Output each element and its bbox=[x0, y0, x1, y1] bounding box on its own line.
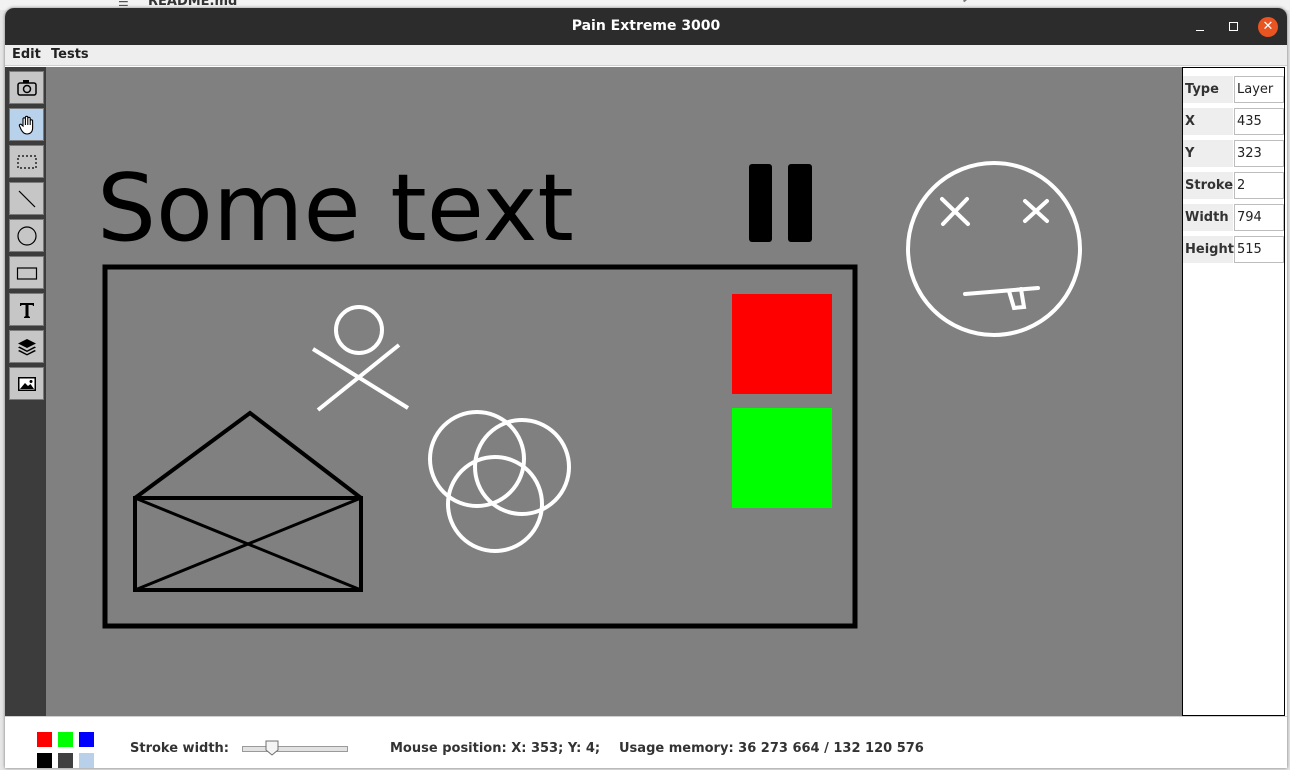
image-icon bbox=[17, 376, 36, 391]
pause-bar-right[interactable] bbox=[788, 164, 812, 242]
close-button[interactable]: ✕ bbox=[1258, 17, 1278, 37]
rectangle-icon bbox=[16, 266, 37, 280]
menu-bar: Edit Tests bbox=[5, 45, 1287, 66]
ellipse-icon bbox=[16, 225, 37, 246]
prop-row-x: X 435 bbox=[1183, 108, 1284, 135]
line-icon bbox=[18, 190, 35, 207]
prop-label-height: Height bbox=[1183, 236, 1234, 263]
app-window: Pain Extreme 3000 ✕ Edit Tests Some text… bbox=[5, 8, 1287, 768]
status-bar: Stroke width: Mouse position: X: 353; Y:… bbox=[5, 716, 1287, 768]
window-title: Pain Extreme 3000 bbox=[571, 18, 721, 34]
pause-bar-left[interactable] bbox=[749, 164, 772, 242]
stroke-width-label: Stroke width: bbox=[130, 741, 229, 756]
dead-smiley[interactable] bbox=[906, 161, 1082, 337]
stroke-field[interactable]: 2 bbox=[1234, 172, 1284, 199]
red-square[interactable] bbox=[732, 294, 832, 394]
prop-label-stroke: Stroke bbox=[1183, 172, 1233, 199]
tool-image[interactable] bbox=[9, 367, 44, 400]
type-field[interactable]: Layer bbox=[1234, 76, 1284, 103]
color-swatch-darkgray[interactable] bbox=[57, 752, 74, 768]
properties-panel: Type Layer X 435 Y 323 Stroke 2 Width 79… bbox=[1182, 67, 1285, 716]
canvas-text[interactable]: Some text bbox=[97, 154, 574, 262]
stroke-width-slider[interactable] bbox=[242, 746, 348, 752]
color-swatch-green[interactable] bbox=[57, 731, 74, 748]
prop-row-stroke: Stroke 2 bbox=[1183, 172, 1284, 199]
hand-icon bbox=[18, 115, 33, 135]
maximize-button[interactable] bbox=[1224, 17, 1244, 37]
menu-tests[interactable]: Tests bbox=[51, 47, 89, 62]
menu-edit[interactable]: Edit bbox=[12, 47, 41, 62]
maximize-icon bbox=[1229, 22, 1238, 31]
prop-label-width: Width bbox=[1183, 204, 1233, 231]
color-swatch-lightblue[interactable] bbox=[78, 752, 95, 768]
prop-row-width: Width 794 bbox=[1183, 204, 1284, 231]
prop-row-height: Height 515 bbox=[1183, 236, 1284, 263]
tool-palette bbox=[5, 67, 46, 716]
memory-usage: Usage memory: 36 273 664 / 132 120 576 bbox=[619, 741, 924, 756]
stick-figure[interactable] bbox=[311, 305, 410, 412]
text-icon bbox=[19, 302, 34, 318]
selection-icon bbox=[16, 154, 37, 169]
width-field[interactable]: 794 bbox=[1234, 204, 1284, 231]
green-square[interactable] bbox=[732, 408, 832, 508]
drawing-canvas[interactable]: Some text bbox=[46, 67, 1182, 716]
three-circles[interactable] bbox=[428, 410, 571, 553]
color-swatch-black[interactable] bbox=[36, 752, 53, 768]
tool-text[interactable] bbox=[9, 293, 44, 326]
minimize-button[interactable] bbox=[1190, 17, 1210, 37]
title-bar[interactable]: Pain Extreme 3000 ✕ bbox=[5, 8, 1287, 45]
tool-screenshot[interactable] bbox=[9, 71, 44, 104]
tool-rectangle[interactable] bbox=[9, 256, 44, 289]
envelope-shape[interactable] bbox=[133, 410, 363, 592]
tool-pan[interactable] bbox=[9, 108, 44, 141]
camera-icon bbox=[16, 79, 37, 96]
prop-label-type: Type bbox=[1183, 76, 1233, 103]
prop-row-y: Y 323 bbox=[1183, 140, 1284, 167]
tool-ellipse[interactable] bbox=[9, 219, 44, 252]
close-icon: ✕ bbox=[1262, 19, 1274, 34]
y-field[interactable]: 323 bbox=[1234, 140, 1284, 167]
tool-line[interactable] bbox=[9, 182, 44, 215]
slider-thumb[interactable] bbox=[265, 740, 279, 756]
tool-layers[interactable] bbox=[9, 330, 44, 363]
layers-icon bbox=[17, 338, 36, 355]
canvas-drawing: Some text bbox=[97, 154, 1082, 629]
pencil-icon bbox=[962, 0, 976, 3]
prop-label-x: X bbox=[1183, 108, 1233, 135]
minimize-icon bbox=[1196, 30, 1204, 31]
color-swatch-red[interactable] bbox=[36, 731, 53, 748]
tool-select[interactable] bbox=[9, 145, 44, 178]
height-field[interactable]: 515 bbox=[1234, 236, 1284, 263]
color-swatch-blue[interactable] bbox=[78, 731, 95, 748]
mouse-position: Mouse position: X: 353; Y: 4; bbox=[390, 741, 601, 756]
prop-row-type: Type Layer bbox=[1183, 76, 1284, 103]
prop-label-y: Y bbox=[1183, 140, 1233, 167]
x-field[interactable]: 435 bbox=[1234, 108, 1284, 135]
